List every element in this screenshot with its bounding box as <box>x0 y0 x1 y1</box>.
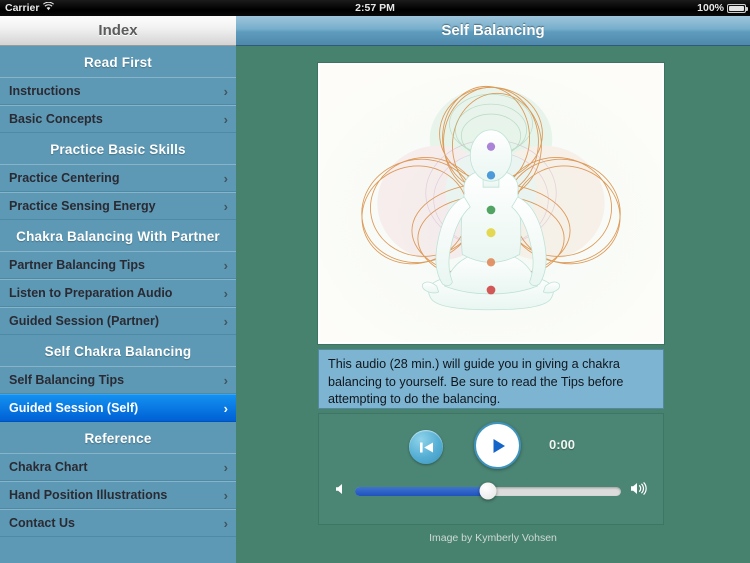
chevron-right-icon: › <box>224 460 228 475</box>
detail-content: This audio (28 min.) will guide you in g… <box>236 46 750 563</box>
sidebar-section-title: Read First <box>0 46 236 77</box>
sidebar-list: Read FirstInstructions›Basic Concepts›Pr… <box>0 46 236 537</box>
sidebar-item-basic-concepts[interactable]: Basic Concepts› <box>0 105 236 133</box>
audio-player: 0:00 <box>318 413 664 525</box>
status-bar-time: 2:57 PM <box>0 2 750 14</box>
status-bar-right: 100% <box>697 2 746 14</box>
sidebar-item-guided-session-partner[interactable]: Guided Session (Partner)› <box>0 307 236 335</box>
chevron-right-icon: › <box>224 84 228 99</box>
audio-description: This audio (28 min.) will guide you in g… <box>318 349 664 409</box>
volume-low-icon <box>335 482 346 500</box>
sidebar-section-title: Practice Basic Skills <box>0 133 236 164</box>
sidebar-item-practice-centering[interactable]: Practice Centering› <box>0 164 236 192</box>
sidebar-item-label: Self Balancing Tips <box>9 373 224 387</box>
chevron-right-icon: › <box>224 488 228 503</box>
sidebar-item-label: Practice Centering <box>9 171 224 185</box>
sidebar-item-label: Chakra Chart <box>9 460 224 474</box>
sidebar-item-guided-session-self[interactable]: Guided Session (Self)› <box>0 394 236 422</box>
battery-full-icon <box>727 4 746 13</box>
chevron-right-icon: › <box>224 314 228 329</box>
chevron-right-icon: › <box>224 199 228 214</box>
chevron-right-icon: › <box>224 112 228 127</box>
sidebar-item-label: Partner Balancing Tips <box>9 258 224 272</box>
page-title: Self Balancing <box>441 22 544 39</box>
chevron-right-icon: › <box>224 516 228 531</box>
sidebar-section-title: Reference <box>0 422 236 453</box>
sidebar-section-title: Self Chakra Balancing <box>0 335 236 366</box>
volume-slider-knob[interactable] <box>480 483 497 500</box>
sidebar-item-listen-to-preparation-audio[interactable]: Listen to Preparation Audio› <box>0 279 236 307</box>
sidebar-item-label: Instructions <box>9 84 224 98</box>
sidebar-section-title: Chakra Balancing With Partner <box>0 220 236 251</box>
volume-slider[interactable] <box>355 487 621 496</box>
volume-slider-row <box>319 476 663 506</box>
detail-pane: Self Balancing <box>236 16 750 563</box>
chevron-right-icon: › <box>224 171 228 186</box>
sidebar-item-practice-sensing-energy[interactable]: Practice Sensing Energy› <box>0 192 236 220</box>
volume-slider-fill <box>355 487 488 496</box>
sidebar-item-instructions[interactable]: Instructions› <box>0 77 236 105</box>
sidebar-item-label: Guided Session (Self) <box>9 401 224 415</box>
status-bar: Carrier 2:57 PM 100% <box>0 0 750 16</box>
play-icon[interactable] <box>474 422 521 469</box>
sidebar-header: Index <box>0 16 236 46</box>
chakra-meditation-illustration <box>318 63 664 344</box>
image-credit: Image by Kymberly Vohsen <box>236 532 750 544</box>
app-root: Carrier 2:57 PM 100% Index Read FirstIns… <box>0 0 750 563</box>
battery-percent-label: 100% <box>697 2 724 14</box>
chevron-right-icon: › <box>224 286 228 301</box>
sidebar-item-contact-us[interactable]: Contact Us› <box>0 509 236 537</box>
sidebar-item-self-balancing-tips[interactable]: Self Balancing Tips› <box>0 366 236 394</box>
elapsed-time: 0:00 <box>549 437 575 452</box>
sidebar-item-label: Guided Session (Partner) <box>9 314 224 328</box>
sidebar-item-label: Basic Concepts <box>9 112 224 126</box>
sidebar-item-label: Listen to Preparation Audio <box>9 286 224 300</box>
sidebar: Index Read FirstInstructions›Basic Conce… <box>0 16 236 563</box>
detail-header: Self Balancing <box>236 16 750 46</box>
chevron-right-icon: › <box>224 258 228 273</box>
sidebar-item-partner-balancing-tips[interactable]: Partner Balancing Tips› <box>0 251 236 279</box>
chevron-right-icon: › <box>224 373 228 388</box>
player-buttons: 0:00 <box>319 414 663 476</box>
sidebar-item-label: Practice Sensing Energy <box>9 199 224 213</box>
chevron-right-icon: › <box>224 401 228 416</box>
sidebar-item-hand-position-illustrations[interactable]: Hand Position Illustrations› <box>0 481 236 509</box>
volume-high-icon <box>630 482 647 500</box>
sidebar-item-label: Hand Position Illustrations <box>9 488 224 502</box>
sidebar-header-title: Index <box>98 22 137 39</box>
sidebar-item-chakra-chart[interactable]: Chakra Chart› <box>0 453 236 481</box>
sidebar-item-label: Contact Us <box>9 516 224 530</box>
rewind-to-start-icon[interactable] <box>409 430 443 464</box>
